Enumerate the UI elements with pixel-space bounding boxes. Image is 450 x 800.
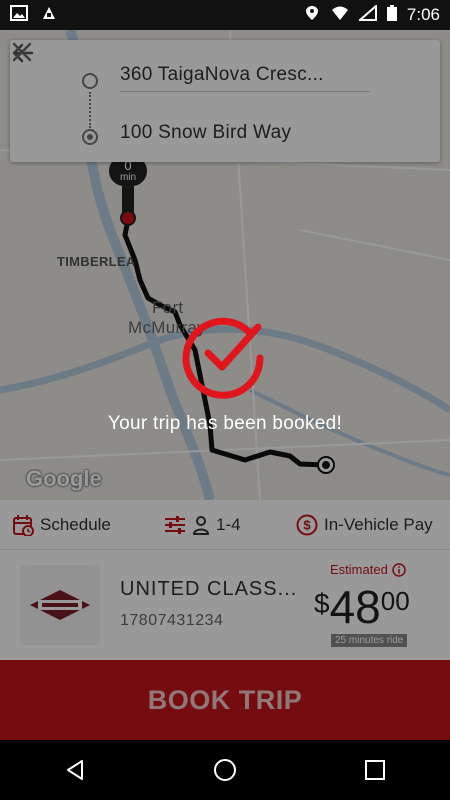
recents-nav-icon[interactable] [363, 758, 387, 782]
home-nav-icon[interactable] [213, 758, 237, 782]
app-screen: TIMBERLEA Fort McMurray 0 min Google 360… [0, 30, 450, 740]
check-circle-icon [182, 317, 264, 399]
battery-icon [386, 4, 397, 26]
clock: 7:06 [406, 5, 440, 24]
wifi-icon [331, 5, 349, 26]
cell-signal-icon [358, 4, 377, 26]
booking-confirmation-message: Your trip has been booked! [107, 413, 343, 434]
back-nav-icon[interactable] [63, 758, 87, 782]
fake-gps-icon [40, 5, 58, 26]
navigation-bar [0, 740, 450, 800]
image-icon [10, 4, 28, 26]
status-bar: 7:06 [0, 0, 450, 30]
location-icon [303, 5, 321, 26]
